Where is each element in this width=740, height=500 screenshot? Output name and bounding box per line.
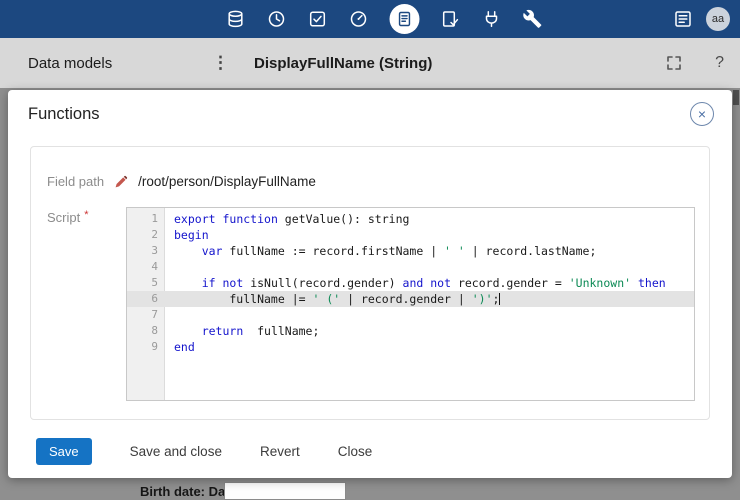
line-number: 4 [127,259,165,275]
top-navigation-bar: aa [0,0,740,38]
line-code: fullName |= ' (' | record.gender | ')'; [165,291,500,307]
gauge-icon[interactable] [349,9,369,29]
script-label: Script [47,210,80,225]
required-marker: * [84,209,88,221]
code-lines: 1export function getValue(): string2begi… [127,208,694,355]
breadcrumb-section: Data models [28,38,112,88]
code-line-2[interactable]: 2begin [127,227,694,243]
database-icon[interactable] [226,9,246,29]
field-path-label: Field path [47,174,104,189]
line-number: 1 [127,211,165,227]
line-code: begin [165,227,209,243]
line-number: 3 [127,243,165,259]
page-scrollbar[interactable] [733,90,739,105]
function-form-panel: Field path /root/person/DisplayFullName … [30,146,710,420]
save-button[interactable]: Save [36,438,92,465]
dimmed-page-bottom: Birth date: Date [0,478,740,500]
text-cursor [499,293,500,305]
dialog-title: Functions [28,105,100,124]
dialog-button-row: Save Save and close Revert Close [36,438,372,465]
avatar[interactable]: aa [706,7,730,31]
close-icon[interactable]: × [690,102,714,126]
line-code: var fullName := record.firstName | ' ' |… [165,243,596,259]
line-number: 2 [127,227,165,243]
code-line-7[interactable]: 7 [127,307,694,323]
line-code [165,259,174,275]
topbar-right-group: aa [673,0,730,38]
help-icon[interactable]: ? [715,38,724,88]
code-line-4[interactable]: 4 [127,259,694,275]
code-line-9[interactable]: 9end [127,339,694,355]
topbar-icon-group [226,0,543,38]
background-input-fragment [224,482,346,500]
line-number: 6 [127,291,165,307]
plug-icon[interactable] [482,9,502,29]
line-code: if not isNull(record.gender) and not rec… [165,275,666,291]
line-number: 5 [127,275,165,291]
code-line-5[interactable]: 5 if not isNull(record.gender) and not r… [127,275,694,291]
tasks-icon[interactable] [308,9,328,29]
close-button[interactable]: Close [338,438,373,465]
code-line-3[interactable]: 3 var fullName := record.firstName | ' '… [127,243,694,259]
line-number: 8 [127,323,165,339]
line-number: 7 [127,307,165,323]
line-code [165,307,174,323]
fullscreen-icon[interactable] [666,38,682,88]
script-icon[interactable] [390,4,420,34]
wrench-icon[interactable] [523,9,543,29]
script-label-row: Script * [47,209,89,227]
code-line-8[interactable]: 8 return fullName; [127,323,694,339]
line-code: return fullName; [165,323,319,339]
save-and-close-button[interactable]: Save and close [130,438,222,465]
page-title: DisplayFullName (String) [254,38,432,88]
line-code: export function getValue(): string [165,211,409,227]
kebab-menu-icon[interactable]: ⋮ [212,38,229,88]
edit-pen-icon [114,175,128,189]
line-number: 9 [127,339,165,355]
field-path-row: Field path /root/person/DisplayFullName [47,174,316,189]
revert-button[interactable]: Revert [260,438,300,465]
code-editor[interactable]: 1export function getValue(): string2begi… [126,207,695,401]
line-code: end [165,339,195,355]
clock-icon[interactable] [267,9,287,29]
functions-dialog: Functions × Field path /root/person/Disp… [8,90,732,478]
code-line-6[interactable]: 6 fullName |= ' (' | record.gender | ')'… [127,291,694,307]
background-field-label: Birth date: Date [140,484,237,499]
validate-icon[interactable] [441,9,461,29]
code-line-1[interactable]: 1export function getValue(): string [127,211,694,227]
field-path-value: /root/person/DisplayFullName [138,174,316,189]
log-icon[interactable] [673,9,693,29]
page-toolbar: Data models ⋮ DisplayFullName (String) ? [0,38,740,88]
